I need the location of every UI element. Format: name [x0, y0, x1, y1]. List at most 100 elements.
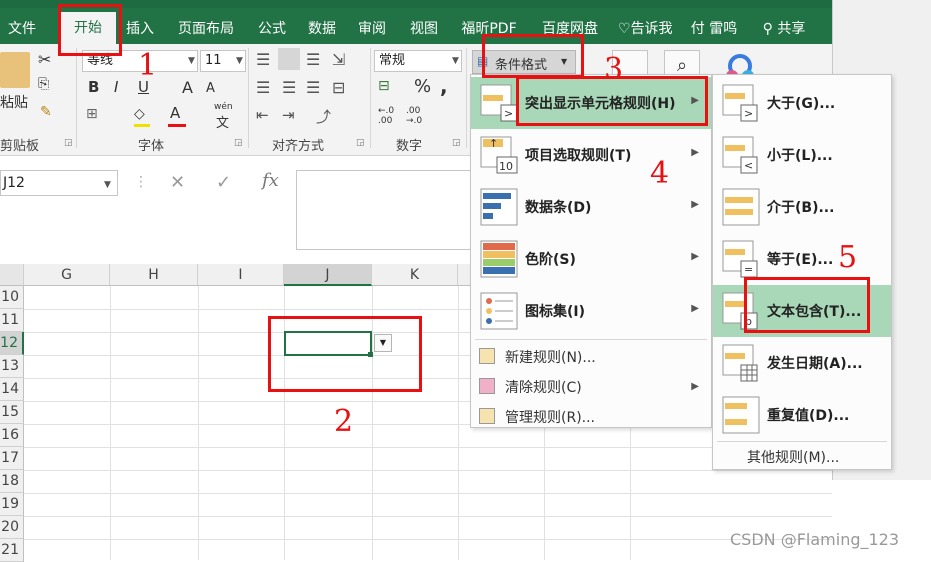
clipboard-launcher-icon[interactable]: ◲ [64, 138, 73, 148]
border-icon[interactable]: ⊞ [86, 106, 98, 122]
accounting-format-icon[interactable]: ⊟ [378, 78, 390, 94]
tab-review[interactable]: 审阅 [354, 16, 390, 42]
number-format-box[interactable]: 常规 [374, 50, 462, 72]
submenu-item-duplicate-values[interactable]: 重复值(D)... [713, 389, 891, 441]
tab-page-layout[interactable]: 页面布局 [172, 16, 240, 42]
new-rule-icon [479, 348, 495, 364]
row-header[interactable]: 14 [0, 378, 24, 401]
submenu-item-label: 发生日期(A)... [767, 356, 863, 372]
menu-item-label: 项目选取规则(T) [525, 148, 632, 164]
tell-me-search[interactable]: ♡告诉我 [618, 16, 678, 42]
svg-text:=: = [744, 263, 753, 276]
submenu-item-greater-than[interactable]: > 大于(G)... [713, 77, 891, 129]
gridline [110, 286, 111, 560]
submenu-item-more-rules[interactable]: 其他规则(M)... [747, 447, 839, 467]
row-header[interactable]: 19 [0, 493, 24, 516]
menu-item-icon-sets[interactable]: 图标集(I) ▶ [471, 285, 711, 337]
formula-input[interactable] [296, 170, 496, 250]
submenu-item-date-occurring[interactable]: 发生日期(A)... [713, 337, 891, 389]
align-right-icon[interactable]: ☰ [306, 78, 320, 97]
column-header-selected[interactable]: J [284, 264, 372, 286]
comma-button[interactable]: , [440, 74, 448, 98]
share-button[interactable]: ⚲ 共享 [752, 16, 816, 42]
annotation-box-cell [268, 316, 422, 392]
submenu-item-less-than[interactable]: < 小于(L)... [713, 129, 891, 181]
phonetic-button[interactable]: 文 [216, 112, 229, 131]
gridline [24, 447, 832, 448]
menu-item-label: 管理规则(R)... [505, 410, 596, 426]
tab-insert[interactable]: 插入 [120, 16, 160, 42]
row-header[interactable]: 15 [0, 401, 24, 424]
align-left-icon[interactable]: ☰ [256, 78, 270, 97]
wrap-text-icon[interactable]: ⇲ [332, 50, 345, 69]
merge-center-icon[interactable]: ⊟ [332, 78, 345, 97]
grow-font-button[interactable]: A [182, 78, 193, 97]
decrease-decimal-button[interactable]: .00 →.0 [406, 106, 434, 126]
tab-formulas[interactable]: 公式 [254, 16, 290, 42]
submenu-item-label: 重复值(D)... [767, 408, 850, 424]
less-than-icon: < [721, 135, 761, 175]
annotation-number-5: 5 [838, 240, 858, 275]
submenu-item-between[interactable]: 介于(B)... [713, 181, 891, 233]
number-launcher-icon[interactable]: ◲ [452, 138, 461, 148]
tab-view[interactable]: 视图 [404, 16, 444, 42]
alignment-launcher-icon[interactable]: ◲ [356, 138, 365, 148]
tab-file[interactable]: 文件 [0, 16, 44, 42]
column-header[interactable]: I [198, 264, 284, 286]
confirm-entry-icon[interactable]: ✓ [216, 172, 231, 193]
increase-indent-icon[interactable]: ⇥ [282, 106, 295, 124]
italic-button[interactable]: I [114, 78, 118, 96]
menu-item-data-bars[interactable]: 数据条(D) ▶ [471, 181, 711, 233]
between-icon [721, 187, 761, 227]
menu-item-color-scales[interactable]: 色阶(S) ▶ [471, 233, 711, 285]
row-header[interactable]: 16 [0, 424, 24, 447]
increase-decimal-button[interactable]: ←.0 .00 [378, 106, 406, 126]
annotation-box-home-tab [58, 4, 122, 56]
cut-icon[interactable]: ✂ [38, 50, 51, 69]
column-header[interactable]: G [24, 264, 110, 286]
align-top-icon[interactable]: ☰ [256, 50, 270, 69]
menu-item-new-rule[interactable]: 新建规则(N)... [471, 341, 711, 371]
row-header[interactable]: 17 [0, 447, 24, 470]
row-header[interactable]: 13 [0, 355, 24, 378]
row-header[interactable]: 10 [0, 286, 24, 309]
column-header[interactable]: K [372, 264, 458, 286]
row-header-selected[interactable]: 12 [0, 332, 24, 355]
submenu-item-label: 等于(E)... [767, 252, 834, 268]
copy-icon[interactable]: ⎘ [38, 76, 49, 92]
menu-item-clear-rules[interactable]: 清除规则(C) ▶ [471, 371, 711, 401]
user-name[interactable]: 付 雷鸣 [686, 16, 742, 42]
menu-item-label: 图标集(I) [525, 304, 586, 320]
percent-button[interactable]: % [414, 76, 431, 97]
align-center-icon[interactable]: ☰ [282, 78, 296, 97]
shrink-font-button[interactable]: A [206, 81, 215, 96]
tab-data[interactable]: 数据 [304, 16, 340, 42]
icon-sets-icon [479, 291, 519, 331]
align-middle-icon[interactable] [278, 48, 300, 70]
menu-item-label: 新建规则(N)... [505, 350, 596, 366]
cancel-entry-icon[interactable]: ✕ [170, 172, 185, 193]
equal-to-icon: = [721, 239, 761, 279]
align-bottom-icon[interactable]: ☰ [306, 50, 320, 69]
column-header[interactable]: H [110, 264, 198, 286]
color-scales-icon [479, 239, 519, 279]
font-launcher-icon[interactable]: ◲ [234, 138, 243, 148]
fill-color-icon[interactable]: ◇ [134, 106, 145, 122]
select-all-corner[interactable] [0, 264, 24, 286]
font-color-button[interactable]: A [170, 104, 180, 122]
row-header[interactable]: 20 [0, 516, 24, 539]
paste-button[interactable]: 粘贴 [0, 92, 28, 112]
menu-item-manage-rules[interactable]: 管理规则(R)... [471, 401, 711, 431]
person-icon: ⚲ [762, 21, 778, 37]
title-strip [0, 0, 832, 8]
format-painter-icon[interactable]: ✎ [40, 104, 52, 120]
row-header[interactable]: 21 [0, 539, 24, 562]
insert-function-button[interactable]: fx [262, 170, 279, 191]
menu-item-top-bottom-rules[interactable]: ↑ 10 项目选取规则(T) ▶ [471, 129, 711, 181]
name-box[interactable]: J12 [0, 170, 118, 196]
decrease-indent-icon[interactable]: ⇤ [256, 106, 269, 124]
bold-button[interactable]: B [88, 78, 99, 96]
row-header[interactable]: 11 [0, 309, 24, 332]
row-header[interactable]: 18 [0, 470, 24, 493]
orientation-icon[interactable]: ⤴ [316, 106, 331, 127]
